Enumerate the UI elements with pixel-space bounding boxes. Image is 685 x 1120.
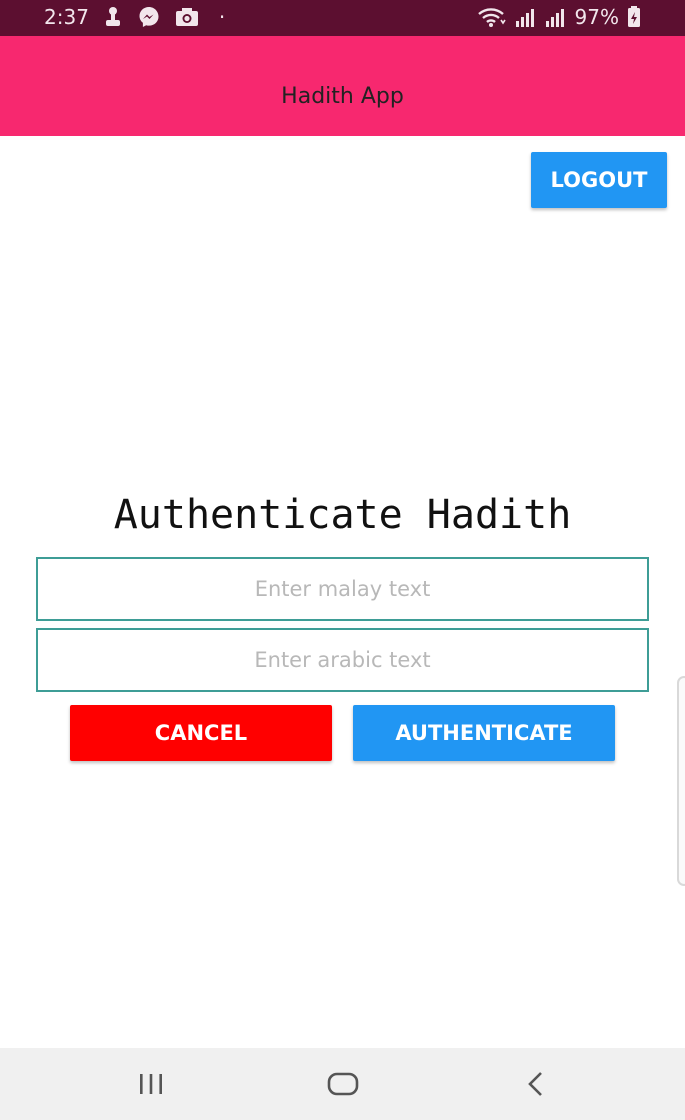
status-right: 97% (477, 5, 641, 29)
signal-icon (545, 5, 567, 29)
battery-icon (627, 5, 641, 29)
app-title: Hadith App (281, 83, 404, 109)
status-left: 2:37 · (44, 5, 225, 29)
camera-icon (175, 5, 199, 29)
battery-percent: 97% (574, 5, 619, 29)
back-icon[interactable] (516, 1068, 556, 1100)
usb-icon (103, 5, 123, 29)
authenticate-button[interactable]: AUTHENTICATE (353, 705, 615, 761)
edge-panel-handle[interactable] (677, 676, 685, 886)
signal-icon (515, 5, 537, 29)
malay-text-input[interactable] (36, 557, 649, 621)
status-bar: 2:37 · 97% (0, 0, 685, 36)
status-time: 2:37 (44, 5, 89, 29)
cancel-button[interactable]: CANCEL (70, 705, 332, 761)
messenger-icon (137, 5, 161, 29)
home-icon[interactable] (323, 1068, 363, 1100)
arabic-text-input[interactable] (36, 628, 649, 692)
recents-icon[interactable] (131, 1068, 171, 1100)
wifi-icon (477, 5, 507, 29)
navigation-bar (0, 1048, 685, 1120)
notification-dot-icon: · (218, 5, 226, 29)
app-bar: Hadith App (0, 36, 685, 136)
page-title: Authenticate Hadith (113, 492, 572, 538)
logout-button[interactable]: LOGOUT (531, 152, 667, 208)
